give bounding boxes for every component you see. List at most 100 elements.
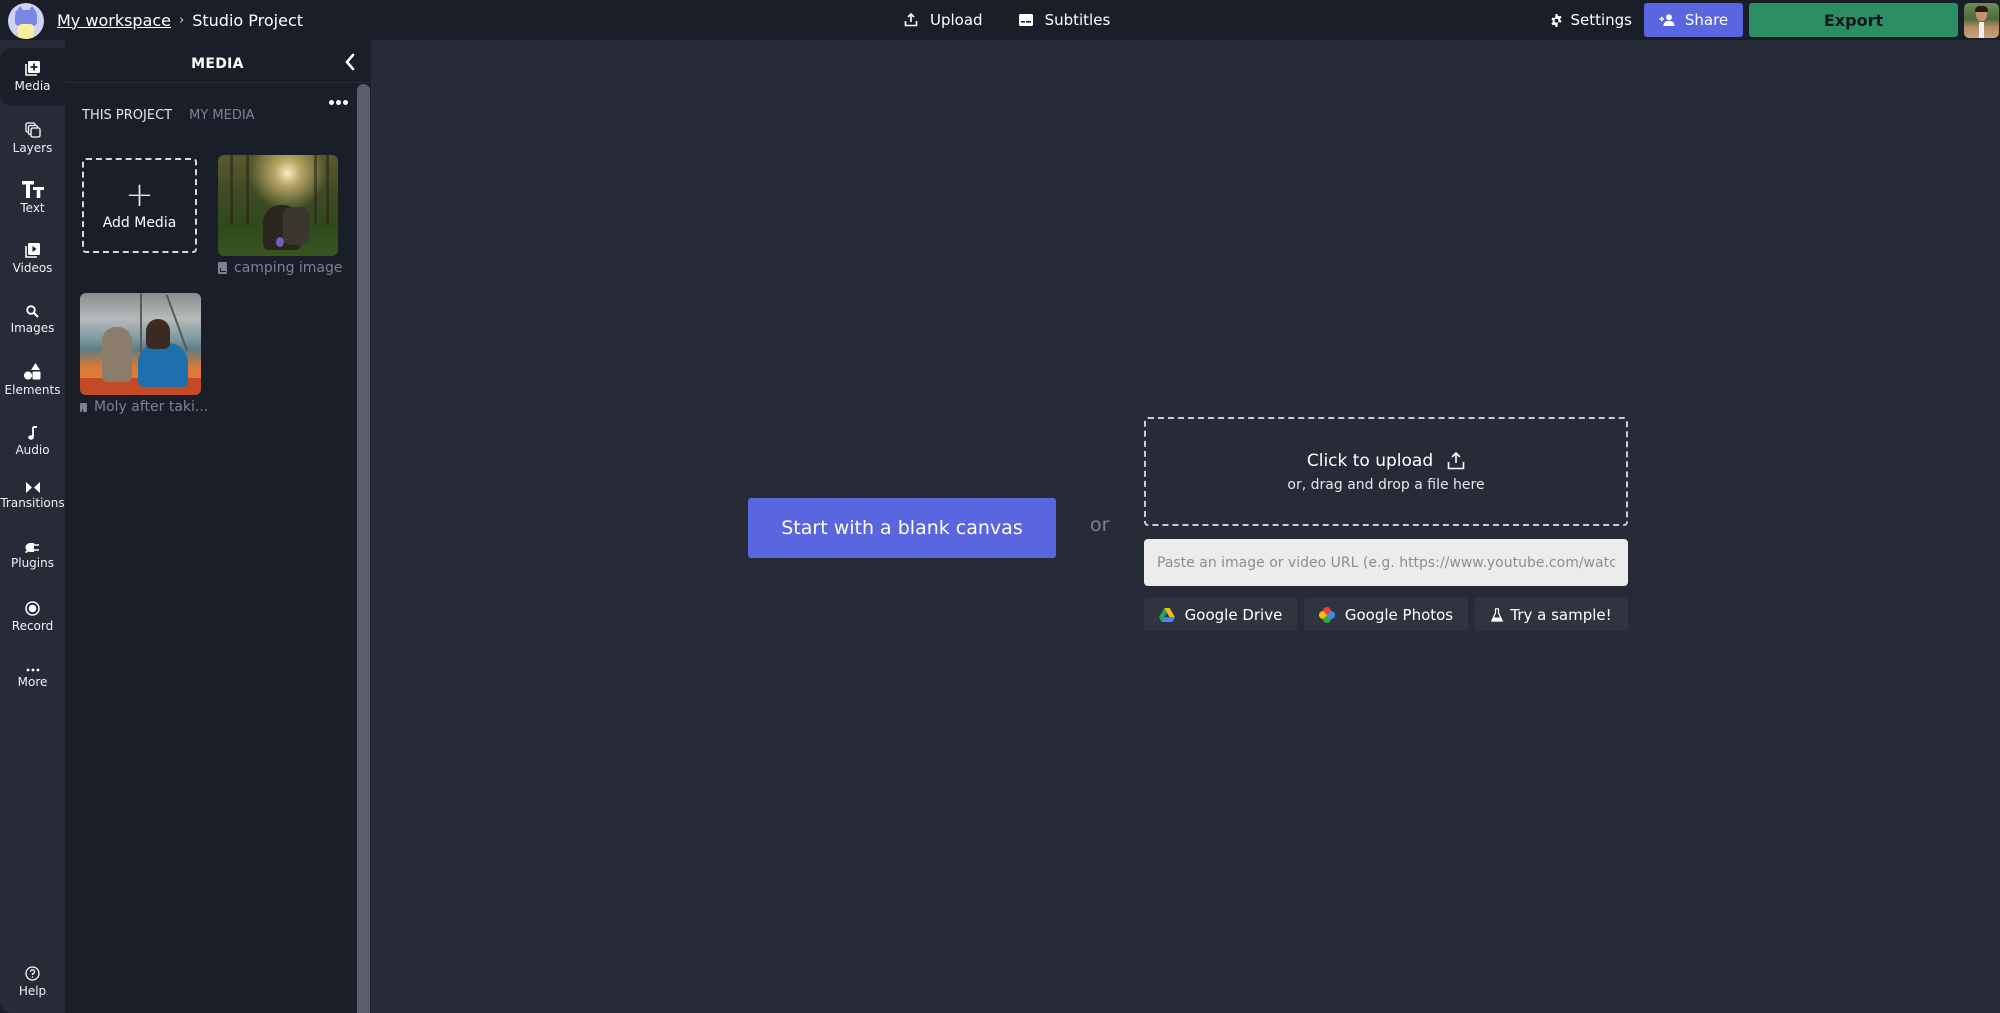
panel-scrollbar-thumb[interactable] [357, 84, 370, 1013]
thumb-detail [140, 293, 142, 353]
media-caption: camping image [218, 260, 343, 276]
share-label: Share [1684, 11, 1729, 29]
app-logo[interactable] [8, 3, 44, 39]
rail-item-more[interactable]: More [0, 649, 65, 707]
rail-label-text: Text [20, 201, 45, 215]
try-sample-label: Try a sample! [1510, 605, 1612, 624]
tab-my-media[interactable]: MY MEDIA [189, 108, 254, 123]
rail-label-plugins: Plugins [11, 556, 54, 570]
google-drive-button[interactable]: Google Drive [1144, 598, 1297, 631]
project-title[interactable]: Studio Project [192, 11, 303, 30]
media-tabs: THIS PROJECT MY MEDIA [82, 108, 255, 123]
workspace-link[interactable]: My workspace [57, 11, 171, 30]
upload-icon [904, 13, 918, 27]
more-dot [336, 99, 341, 105]
thumb-detail [326, 155, 329, 225]
shapes-icon [24, 363, 41, 380]
media-name: camping image [234, 260, 343, 276]
try-sample-button[interactable]: Try a sample! [1475, 598, 1628, 631]
url-input[interactable] [1144, 539, 1628, 586]
rail-item-plugins[interactable]: Plugins [0, 527, 65, 585]
bowtie-icon [25, 482, 40, 493]
rail-label-elements: Elements [4, 383, 61, 397]
share-button[interactable]: Share [1644, 3, 1743, 37]
more-dot [329, 99, 334, 105]
thumb-detail [138, 343, 188, 387]
rail-label-transitions: Transitions [0, 496, 65, 510]
google-photos-icon [1318, 606, 1335, 623]
top-center-actions: Upload Subtitles [904, 8, 1110, 32]
upload-button[interactable]: Upload [904, 11, 983, 29]
upload-icon [1447, 451, 1465, 469]
media-thumbnail [218, 155, 338, 256]
left-rail: Media Layers Text Videos Images Elements… [0, 40, 65, 1013]
dropzone-title: Click to upload [1307, 451, 1465, 471]
google-photos-button[interactable]: Google Photos [1304, 598, 1468, 631]
upload-label: Upload [930, 11, 983, 29]
media-panel: MEDIA THIS PROJECT MY MEDIA + Add Media … [65, 40, 370, 1013]
media-icon [25, 61, 40, 76]
more-dot [343, 99, 348, 105]
rail-label-record: Record [11, 619, 54, 633]
layers-icon [24, 121, 41, 138]
chevron-left-icon[interactable] [342, 52, 358, 72]
media-item-camping[interactable]: camping image [218, 155, 343, 276]
tab-this-project[interactable]: THIS PROJECT [82, 108, 172, 123]
thumb-detail [276, 237, 284, 247]
dropzone-subtitle: or, drag and drop a file here [1287, 476, 1485, 493]
rail-item-layers[interactable]: Layers [0, 109, 65, 167]
blank-canvas-button[interactable]: Start with a blank canvas [748, 498, 1056, 558]
add-media-label: Add Media [102, 214, 177, 231]
google-drive-icon [1158, 607, 1175, 622]
thumb-detail [230, 155, 233, 225]
add-person-icon [1659, 14, 1675, 26]
settings-button[interactable]: Settings [1550, 11, 1632, 29]
or-separator: or [1090, 514, 1110, 536]
ellipsis-icon [26, 668, 39, 671]
subtitles-label: Subtitles [1044, 11, 1111, 29]
media-caption: Moly after taki... [80, 399, 208, 415]
logo-body [18, 24, 34, 39]
rail-label-videos: Videos [12, 261, 53, 275]
image-file-icon [80, 402, 88, 413]
avatar-shirt [1979, 21, 1984, 38]
record-icon [25, 601, 40, 616]
google-photos-label: Google Photos [1344, 605, 1454, 624]
flask-icon [1491, 607, 1504, 622]
rail-item-text[interactable]: Text [0, 169, 65, 227]
panel-header: MEDIA [65, 40, 370, 83]
rail-item-audio[interactable]: Audio [0, 412, 65, 470]
help-label: Help [18, 984, 47, 998]
rail-item-record[interactable]: Record [0, 588, 65, 646]
rail-item-transitions[interactable]: Transitions [0, 467, 65, 525]
media-item-moly[interactable]: Moly after taki... [80, 293, 208, 415]
help-button[interactable]: Help [0, 953, 65, 1011]
avatar-hair [1975, 5, 1988, 12]
breadcrumb-separator: › [179, 12, 185, 28]
thumb-detail [314, 155, 317, 225]
google-drive-label: Google Drive [1184, 605, 1283, 624]
videos-icon [25, 243, 40, 258]
media-name: Moly after taki... [94, 399, 209, 415]
add-media-button[interactable]: + Add Media [82, 158, 197, 253]
user-avatar[interactable] [1964, 2, 1999, 38]
media-thumbnail [80, 293, 201, 395]
panel-title: MEDIA [191, 56, 244, 72]
upload-dropzone[interactable]: Click to upload or, drag and drop a file… [1144, 417, 1628, 526]
subtitles-icon [1018, 14, 1033, 26]
rail-item-elements[interactable]: Elements [0, 351, 65, 409]
rail-label-audio: Audio [15, 442, 50, 457]
rail-item-videos[interactable]: Videos [0, 230, 65, 288]
search-icon [26, 305, 39, 318]
subtitles-button[interactable]: Subtitles [1018, 11, 1111, 29]
dropzone-title-text: Click to upload [1306, 450, 1434, 471]
panel-more-button[interactable] [329, 96, 349, 108]
breadcrumb: My workspace › Studio Project [57, 9, 303, 31]
rail-item-images[interactable]: Images [0, 291, 65, 349]
top-bar: My workspace › Studio Project Upload Sub… [0, 0, 2000, 40]
thumb-detail [146, 319, 170, 349]
export-button[interactable]: Export [1749, 3, 1958, 37]
rail-item-media[interactable]: Media [0, 48, 65, 106]
thumb-detail [102, 327, 132, 382]
rail-label-images: Images [10, 321, 55, 335]
